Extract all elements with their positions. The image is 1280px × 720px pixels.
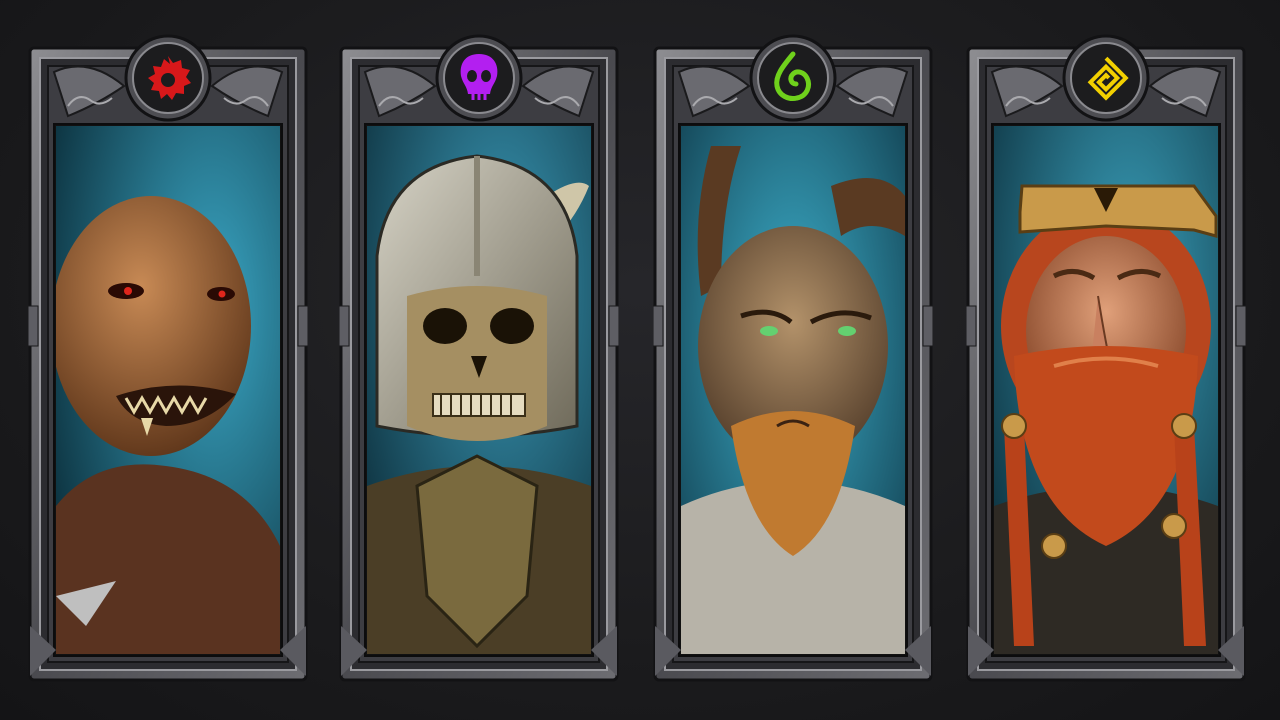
- race-card-dwarf[interactable]: [966, 34, 1246, 682]
- portrait-dwarf: [994, 126, 1218, 654]
- portrait-orc: [56, 126, 280, 654]
- portrait-undead: [367, 126, 591, 654]
- race-card-undead[interactable]: [339, 34, 619, 682]
- square-spiral-icon: [1062, 34, 1150, 122]
- race-selection-screen: [0, 0, 1280, 720]
- portrait-beast: [681, 126, 905, 654]
- horde-cog-icon: [124, 34, 212, 122]
- leaf-spiral-icon: [749, 34, 837, 122]
- skull-icon: [435, 34, 523, 122]
- race-card-beast[interactable]: [653, 34, 933, 682]
- race-card-orc[interactable]: [28, 34, 308, 682]
